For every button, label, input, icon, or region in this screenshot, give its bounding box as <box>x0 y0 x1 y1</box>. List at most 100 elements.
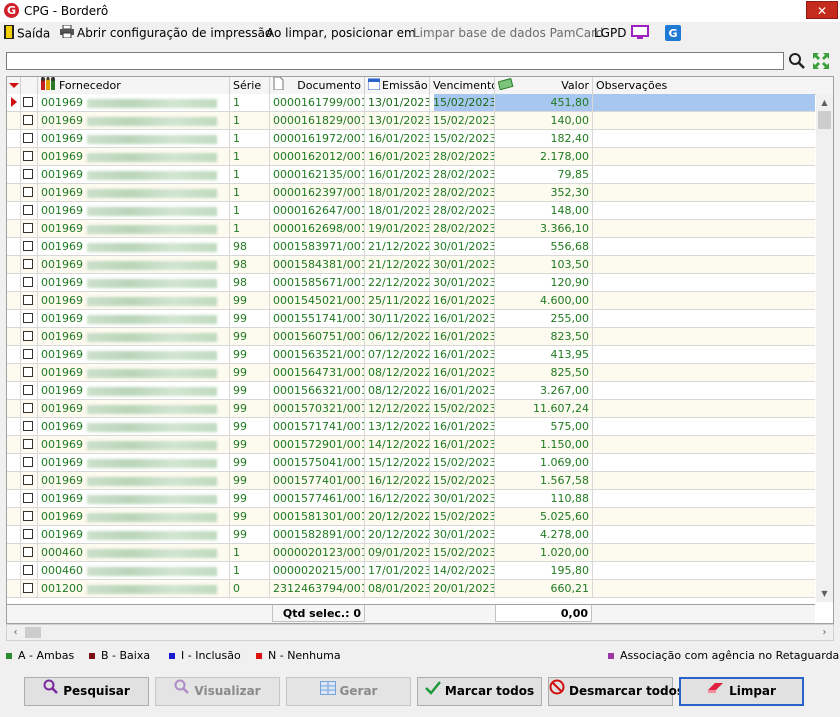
row-checkbox[interactable] <box>23 295 33 305</box>
row-checkbox[interactable] <box>23 583 33 593</box>
row-checkbox[interactable] <box>23 529 33 539</box>
table-row[interactable]: 001969 99 0001582891/001 20/12/2022 30/01/2… <box>7 526 815 544</box>
row-checkbox[interactable] <box>23 511 33 521</box>
table-row[interactable]: 001969 1 0000161829/001 13/01/2023 15/02/20… <box>7 112 815 130</box>
on-clear-position-button[interactable]: Ao limpar, posicionar em <box>266 25 416 41</box>
row-checkbox[interactable] <box>23 547 33 557</box>
table-row[interactable]: 001969 99 0001570321/001 12/12/2022 15/02/2… <box>7 400 815 418</box>
header-valor[interactable]: Valor <box>495 77 593 94</box>
checkbox-header[interactable] <box>21 77 38 94</box>
cell-observacoes <box>593 184 815 201</box>
scroll-left-icon[interactable]: ‹ <box>7 625 24 640</box>
row-checkbox[interactable] <box>23 241 33 251</box>
row-checkbox[interactable] <box>23 403 33 413</box>
cell-observacoes <box>593 112 815 129</box>
vertical-scrollbar[interactable]: ▲ ▼ <box>816 94 833 602</box>
lgpd-button[interactable]: LGPD <box>594 25 626 41</box>
row-checkbox[interactable] <box>23 565 33 575</box>
exit-button[interactable]: Saída <box>4 25 50 41</box>
table-row[interactable]: 001969 1 0000161799/001 13/01/2023 15/02/20… <box>7 94 815 112</box>
row-checkbox[interactable] <box>23 421 33 431</box>
table-row[interactable]: 001969 1 0000162135/001 16/01/2023 28/02/20… <box>7 166 815 184</box>
row-checkbox[interactable] <box>23 439 33 449</box>
row-checkbox[interactable] <box>23 385 33 395</box>
header-fornecedor[interactable]: Fornecedor <box>38 77 230 94</box>
table-row[interactable]: 000460 1 0000020215/001 17/01/2023 14/02/20… <box>7 562 815 580</box>
row-checkbox[interactable] <box>23 259 33 269</box>
row-indicator <box>7 454 21 471</box>
scroll-up-icon[interactable]: ▲ <box>816 94 833 111</box>
cell-fornecedor: 001969 <box>38 238 230 255</box>
header-emissao[interactable]: Emissão <box>365 77 430 94</box>
table-row[interactable]: 001969 99 0001577461/001 16/12/2022 30/01/2… <box>7 490 815 508</box>
table-row[interactable]: 001969 99 0001560751/001 06/12/2022 16/01/2… <box>7 328 815 346</box>
header-observacoes[interactable]: Observações <box>593 77 815 94</box>
print-config-button[interactable]: Abrir configuração de impressão <box>60 24 272 41</box>
table-row[interactable]: 001969 99 0001581301/001 20/12/2022 15/02/2… <box>7 508 815 526</box>
table-row[interactable]: 001969 99 0001571741/001 13/12/2022 16/01/2… <box>7 418 815 436</box>
cell-serie: 99 <box>230 400 270 417</box>
cell-serie: 98 <box>230 256 270 273</box>
indicator-header[interactable] <box>7 77 21 94</box>
table-row[interactable]: 001969 1 0000162647/001 18/01/2023 28/02/20… <box>7 202 815 220</box>
visualizar-button[interactable]: Visualizar <box>155 677 280 706</box>
row-checkbox[interactable] <box>23 115 33 125</box>
close-button[interactable]: ✕ <box>806 1 838 19</box>
cell-fornecedor: 001969 <box>38 436 230 453</box>
row-checkbox[interactable] <box>23 187 33 197</box>
table-row[interactable]: 001969 98 0001583971/001 21/12/2022 30/01/2… <box>7 238 815 256</box>
table-row[interactable]: 001969 1 0000161972/001 16/01/2023 15/02/20… <box>7 130 815 148</box>
expand-icon[interactable] <box>812 52 830 70</box>
cell-documento: 0000162397/001 <box>270 184 365 201</box>
desmarcar-todos-button[interactable]: Desmarcar todos <box>548 677 684 706</box>
pesquisar-button[interactable]: Pesquisar <box>24 677 149 706</box>
table-row[interactable]: 001200 0 2312463794/001 08/01/2023 20/01/20… <box>7 580 815 598</box>
row-checkbox[interactable] <box>23 277 33 287</box>
row-checkbox[interactable] <box>23 475 33 485</box>
table-row[interactable]: 001969 1 0000162397/001 18/01/2023 28/02/20… <box>7 184 815 202</box>
g-brand-icon[interactable]: G <box>665 25 681 41</box>
header-vencimento[interactable]: Vencimento <box>430 77 495 94</box>
table-row[interactable]: 001969 1 0000162698/001 19/01/2023 28/02/20… <box>7 220 815 238</box>
cell-fornecedor: 000460 <box>38 544 230 561</box>
horizontal-scrollbar[interactable]: ‹ › <box>6 624 834 641</box>
header-serie[interactable]: Série <box>230 77 270 94</box>
vertical-scroll-thumb[interactable] <box>818 111 831 129</box>
table-row[interactable]: 001969 98 0001584381/001 21/12/2022 30/01/2… <box>7 256 815 274</box>
row-checkbox[interactable] <box>23 97 33 107</box>
table-row[interactable]: 001969 99 0001564731/001 08/12/2022 16/01/2… <box>7 364 815 382</box>
table-row[interactable]: 001969 99 0001572901/001 14/12/2022 16/01/2… <box>7 436 815 454</box>
table-row[interactable]: 001969 99 0001577401/001 16/12/2022 15/02/2… <box>7 472 815 490</box>
search-input[interactable] <box>6 52 784 70</box>
table-row[interactable]: 001969 1 0000162012/001 16/01/2023 28/02/20… <box>7 148 815 166</box>
row-checkbox[interactable] <box>23 349 33 359</box>
table-row[interactable]: 001969 98 0001585671/001 22/12/2022 30/01/2… <box>7 274 815 292</box>
monitor-icon[interactable] <box>631 25 649 41</box>
table-row[interactable]: 001969 99 0001563521/001 07/12/2022 16/01/2… <box>7 346 815 364</box>
limpar-button[interactable]: Limpar <box>679 677 804 706</box>
row-checkbox[interactable] <box>23 313 33 323</box>
header-documento[interactable]: Documento <box>270 77 365 94</box>
row-checkbox[interactable] <box>23 223 33 233</box>
scroll-down-icon[interactable]: ▼ <box>816 585 833 602</box>
row-checkbox[interactable] <box>23 151 33 161</box>
marcar-todos-button[interactable]: Marcar todos <box>417 677 542 706</box>
row-checkbox[interactable] <box>23 331 33 341</box>
clear-pamcard-button[interactable]: Limpar base de dados PamCard <box>413 25 603 41</box>
horizontal-scroll-thumb[interactable] <box>25 627 41 638</box>
search-icon[interactable] <box>788 52 806 70</box>
table-row[interactable]: 000460 1 0000020123/001 09/01/2023 15/02/20… <box>7 544 815 562</box>
table-row[interactable]: 001969 99 0001566321/001 08/12/2022 16/01/2… <box>7 382 815 400</box>
table-row[interactable]: 001969 99 0001551741/001 30/11/2022 16/01/2… <box>7 310 815 328</box>
row-checkbox[interactable] <box>23 133 33 143</box>
gerar-button[interactable]: Gerar <box>286 677 411 706</box>
table-row[interactable]: 001969 99 0001545021/001 25/11/2022 16/01/2… <box>7 292 815 310</box>
row-checkbox[interactable] <box>23 169 33 179</box>
table-row[interactable]: 001969 99 0001575041/001 15/12/2022 15/02/2… <box>7 454 815 472</box>
scroll-right-icon[interactable]: › <box>816 625 833 640</box>
row-checkbox[interactable] <box>23 457 33 467</box>
row-checkbox[interactable] <box>23 367 33 377</box>
row-checkbox[interactable] <box>23 493 33 503</box>
cell-vencimento: 15/02/2023 <box>430 508 495 525</box>
row-checkbox[interactable] <box>23 205 33 215</box>
